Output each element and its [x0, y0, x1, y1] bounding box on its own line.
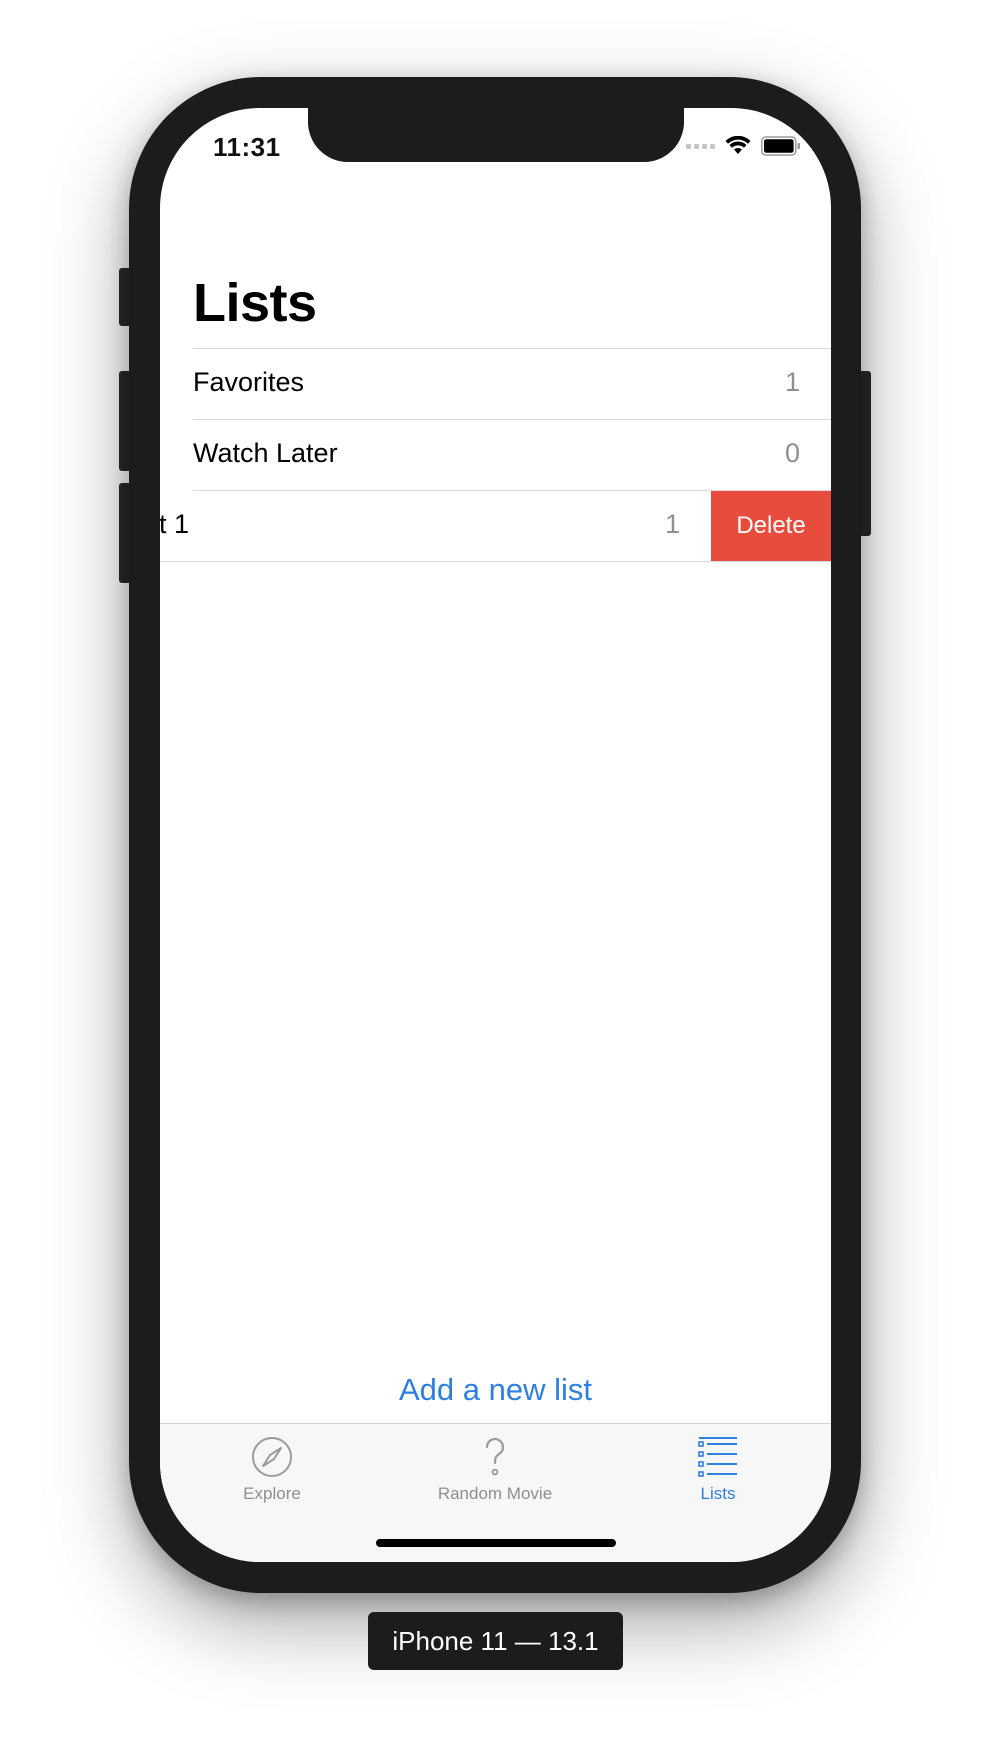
tab-lists[interactable]: Lists — [618, 1434, 818, 1504]
tab-label: Random Movie — [437, 1484, 553, 1503]
add-new-list-button[interactable]: Add a new list — [160, 1372, 831, 1408]
notch — [308, 108, 684, 162]
status-icons — [686, 136, 801, 156]
tab-label: Lists — [700, 1484, 736, 1503]
delete-button[interactable]: Delete — [711, 491, 831, 561]
list-row-count: 0 — [784, 438, 800, 468]
wifi-icon — [725, 136, 751, 154]
list-row-count: 1 — [784, 367, 800, 397]
question-mark-icon — [485, 1438, 505, 1476]
tab-label: Explore — [243, 1484, 301, 1503]
cellular-signal-icon — [686, 143, 715, 149]
list-row-name: Watch Later — [193, 438, 338, 468]
row-separator — [160, 561, 831, 562]
tab-explore[interactable]: Explore — [172, 1434, 372, 1504]
list-row-count: 1 — [664, 509, 680, 539]
compass-icon — [252, 1437, 292, 1477]
battery-icon — [761, 136, 800, 156]
list-row-favorites[interactable]: Favorites 1 — [160, 349, 831, 419]
home-indicator[interactable] — [376, 1539, 616, 1547]
tab-random-movie[interactable]: Random Movie — [395, 1434, 595, 1504]
list-row-watch-later[interactable]: Watch Later 0 — [160, 420, 831, 490]
status-time: 11:31 — [213, 132, 281, 162]
device-screen: 11:31 Lists Favorites 1 Watch Later 0 t … — [160, 108, 831, 1562]
page-title: Lists — [193, 273, 317, 333]
list-row-swiped[interactable]: t 1 1 Delete — [160, 491, 831, 561]
list-row-name: Favorites — [193, 367, 305, 397]
list-icon — [698, 1437, 737, 1477]
device-label: iPhone 11 — 13.1 — [368, 1612, 623, 1670]
list-row-name: t 1 — [160, 509, 190, 539]
